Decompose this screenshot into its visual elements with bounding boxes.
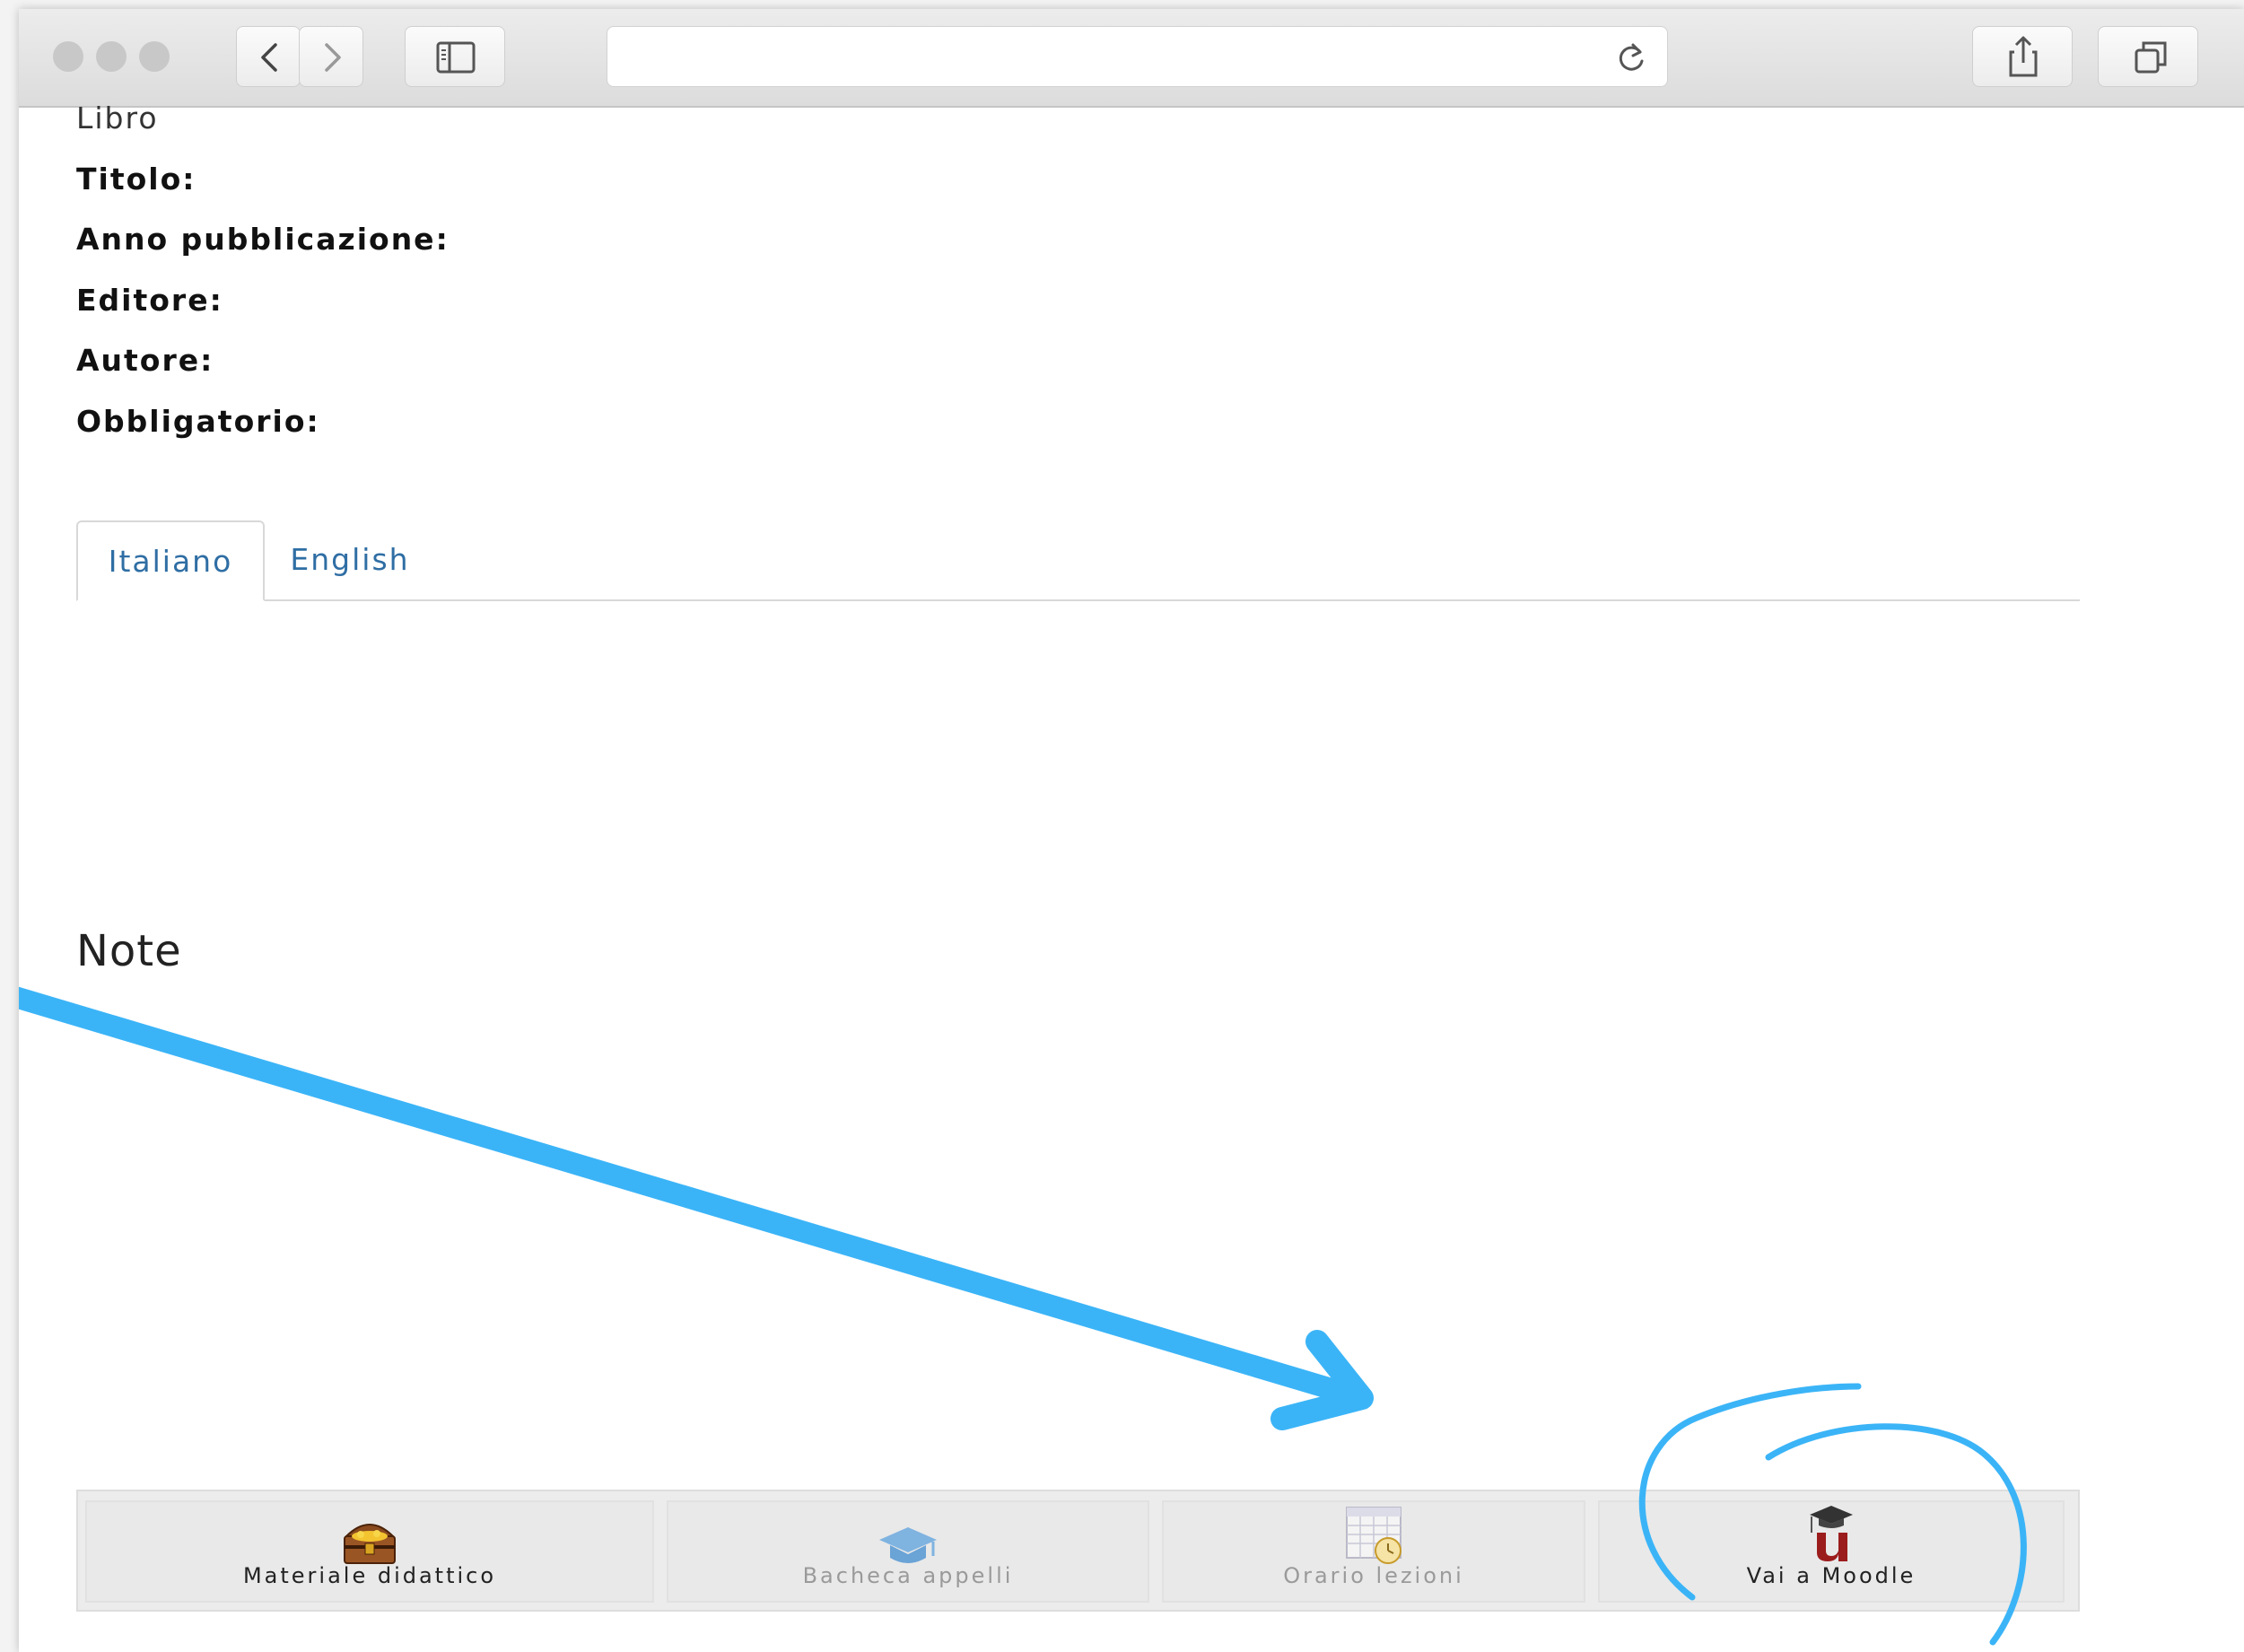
sidebar-toggle-button[interactable] bbox=[405, 26, 505, 87]
notes-heading: Note bbox=[76, 926, 182, 976]
bacheca-appelli-button[interactable]: Bacheca appelli bbox=[667, 1500, 1149, 1603]
book-section-label: Libro bbox=[76, 101, 159, 135]
orario-lezioni-button[interactable]: Orario lezioni bbox=[1162, 1500, 1585, 1603]
book-title-label: Titolo: bbox=[76, 162, 196, 197]
chevron-left-icon bbox=[261, 43, 277, 72]
moodle-logo-icon bbox=[1810, 1506, 1853, 1561]
bacheca-appelli-label: Bacheca appelli bbox=[802, 1563, 1014, 1588]
orario-lezioni-label: Orario lezioni bbox=[1283, 1563, 1464, 1588]
book-publisher-label: Editore: bbox=[76, 283, 223, 318]
book-year-label: Anno pubblicazione: bbox=[76, 222, 450, 257]
vai-a-moodle-label: Vai a Moodle bbox=[1746, 1563, 1917, 1588]
forward-button[interactable] bbox=[299, 26, 363, 87]
tab-english[interactable]: English bbox=[274, 520, 426, 601]
chevron-right-icon bbox=[325, 43, 341, 72]
tabs-overview-button[interactable] bbox=[2098, 26, 2198, 87]
back-button[interactable] bbox=[236, 26, 301, 87]
materiale-didattico-button[interactable]: Materiale didattico bbox=[85, 1500, 654, 1603]
minimize-window-button[interactable] bbox=[96, 41, 127, 72]
tabs-overview-icon bbox=[2135, 41, 2167, 74]
annotation-arrow-shaft bbox=[19, 986, 1366, 1407]
materiale-didattico-label: Materiale didattico bbox=[242, 1563, 497, 1588]
zoom-window-button[interactable] bbox=[139, 41, 170, 72]
browser-window: Libro Titolo: Anno pubblicazione: Editor… bbox=[19, 9, 2244, 1652]
tab-italiano[interactable]: Italiano bbox=[76, 520, 265, 601]
reload-icon[interactable] bbox=[1613, 39, 1649, 75]
address-bar[interactable] bbox=[607, 26, 1668, 87]
book-author-label: Autore: bbox=[76, 343, 214, 378]
browser-toolbar bbox=[19, 9, 2244, 108]
book-mandatory-label: Obbligatorio: bbox=[76, 404, 320, 439]
language-tabs: Italiano English bbox=[76, 511, 2080, 601]
sidebar-icon bbox=[436, 41, 476, 74]
annotation-arrow-head bbox=[1270, 1330, 1374, 1430]
close-window-button[interactable] bbox=[53, 41, 83, 72]
bottom-navigation-bar: Materiale didattico Bacheca appelli Orar… bbox=[76, 1490, 2080, 1612]
vai-a-moodle-button[interactable]: Vai a Moodle bbox=[1598, 1500, 2065, 1603]
share-icon bbox=[2009, 36, 2038, 77]
calendar-clock-icon bbox=[1346, 1507, 1401, 1564]
share-button[interactable] bbox=[1972, 26, 2073, 87]
